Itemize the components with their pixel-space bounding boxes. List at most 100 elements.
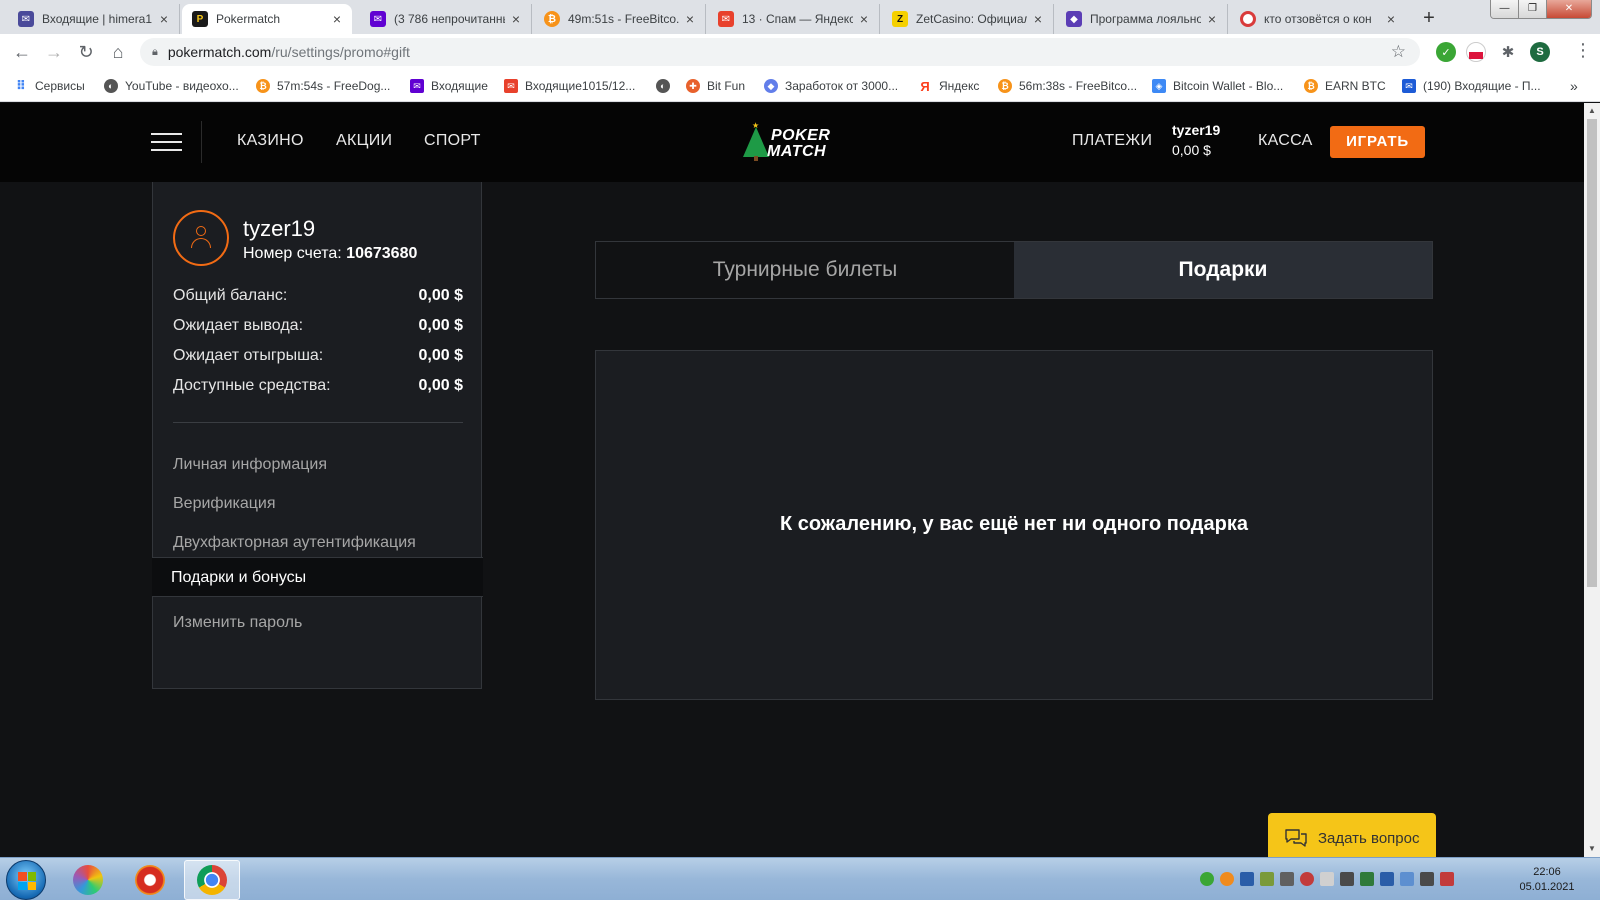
- bookmark-yandex[interactable]: Я Яндекс: [918, 77, 979, 95]
- tab-title: 49m:51s - FreeBitco.i: [568, 12, 679, 26]
- back-arrow-icon[interactable]: ←: [10, 40, 34, 64]
- ask-question-button[interactable]: Задать вопрос: [1268, 813, 1436, 857]
- browser-tab-question[interactable]: кто отзовётся о кон ×: [1230, 4, 1406, 34]
- tray-signal-icon[interactable]: [1340, 872, 1354, 886]
- sidebar-item-change-password[interactable]: Изменить пароль: [173, 614, 302, 632]
- bookmark-earn-btc[interactable]: ₿ EARN BTC: [1304, 77, 1386, 95]
- scroll-up-icon[interactable]: ▲: [1584, 103, 1600, 119]
- browser-menu-icon[interactable]: ⋮: [1574, 40, 1592, 61]
- pokermatch-logo[interactable]: ★ POKER MATCH: [743, 121, 843, 162]
- close-icon[interactable]: ×: [157, 11, 171, 27]
- close-icon[interactable]: ×: [1205, 11, 1219, 27]
- browser-tab-freebitco[interactable]: ₿ 49m:51s - FreeBitco.i ×: [534, 4, 706, 34]
- taskbar-paint-app[interactable]: [60, 860, 116, 900]
- browser-tab-yahoo-mail[interactable]: ✉ (3 786 непрочитанных ×: [360, 4, 532, 34]
- bookmark-label: Заработок от 3000...: [785, 79, 899, 93]
- extension-flag-icon[interactable]: [1466, 42, 1486, 62]
- bookmark-label: 57m:54s - FreeDog...: [277, 79, 391, 93]
- balance-label: Ожидает вывода:: [173, 317, 304, 334]
- browser-tab-loyalty[interactable]: ◆ Программа лояльно ×: [1056, 4, 1228, 34]
- play-button[interactable]: ИГРАТЬ: [1330, 126, 1425, 158]
- tray-monitor-icon[interactable]: [1240, 872, 1254, 886]
- bookmark-freebitco[interactable]: ₿ 56m:38s - FreeBitco...: [998, 77, 1137, 95]
- minimize-icon[interactable]: —: [1491, 0, 1519, 18]
- bookmark-bitfun[interactable]: ✚ Bit Fun: [686, 77, 745, 95]
- tray-leaf-icon[interactable]: [1200, 872, 1214, 886]
- promo-tabs: Турнирные билеты Подарки: [595, 241, 1433, 299]
- balance-value: 0,00 $: [418, 377, 463, 394]
- reload-icon[interactable]: ↻: [74, 40, 98, 64]
- sidebar-item-two-factor-auth[interactable]: Двухфакторная аутентификация: [173, 534, 416, 552]
- address-bar[interactable]: 🔒︎ pokermatch.com /ru/settings/promo#gif…: [140, 38, 1420, 66]
- browser-tab-inbox-himera[interactable]: ✉ Входящие | himera1 ×: [8, 4, 180, 34]
- browser-tab-pokermatch[interactable]: P Pokermatch ×: [182, 4, 352, 34]
- new-tab-button[interactable]: +: [1416, 6, 1442, 32]
- hamburger-menu-icon[interactable]: [151, 133, 182, 151]
- bookmark-star-icon[interactable]: ☆: [1391, 42, 1406, 62]
- bookmark-earnings[interactable]: ◆ Заработок от 3000...: [764, 77, 898, 95]
- tray-lock-icon[interactable]: [1280, 872, 1294, 886]
- windows-start-button[interactable]: [6, 860, 46, 900]
- nav-casino[interactable]: КАЗИНО: [237, 132, 304, 150]
- yandex-mail-icon: ✉: [504, 79, 518, 93]
- maximize-icon[interactable]: ❐: [1519, 0, 1547, 18]
- bookmark-label: YouTube - видеохо...: [125, 79, 239, 93]
- extensions-puzzle-icon[interactable]: ✱: [1498, 42, 1518, 62]
- nav-payments[interactable]: ПЛАТЕЖИ: [1072, 132, 1152, 150]
- tray-upload-icon[interactable]: [1320, 872, 1334, 886]
- tray-keyboard-icon[interactable]: [1400, 872, 1414, 886]
- empty-state-message: К сожалению, у вас ещё нет ни одного под…: [780, 513, 1248, 535]
- nav-cashier[interactable]: КАССА: [1258, 132, 1313, 150]
- bookmark-freedog[interactable]: ₿ 57m:54s - FreeDog...: [256, 77, 390, 95]
- window-close-icon[interactable]: ✕: [1547, 0, 1591, 18]
- bookmark-yandex-inbox[interactable]: ✉ Входящие1015/12...: [504, 77, 635, 95]
- close-icon[interactable]: ×: [330, 11, 344, 27]
- browser-tab-zetcasino[interactable]: Z ZetCasino: Официал ×: [882, 4, 1054, 34]
- forward-arrow-icon[interactable]: →: [42, 40, 66, 64]
- tab-tournament-tickets[interactable]: Турнирные билеты: [596, 242, 1014, 298]
- nav-promos[interactable]: АКЦИИ: [336, 132, 392, 150]
- bookmark-mail-inbox[interactable]: ✉ (190) Входящие - П...: [1402, 77, 1541, 95]
- taskbar-clock[interactable]: 22:06 05.01.2021: [1512, 865, 1582, 895]
- balance-row-total: Общий баланс: 0,00 $: [173, 287, 463, 305]
- tray-volume-icon[interactable]: [1420, 872, 1434, 886]
- profile-avatar[interactable]: S: [1530, 42, 1550, 62]
- home-icon[interactable]: ⌂: [106, 40, 130, 64]
- browser-tab-yandex-spam[interactable]: ✉ 13 · Спам — Яндекс ×: [708, 4, 880, 34]
- sidebar-item-verification[interactable]: Верификация: [173, 495, 276, 513]
- tray-antivirus-icon[interactable]: [1300, 872, 1314, 886]
- tray-network-icon[interactable]: [1260, 872, 1274, 886]
- close-icon[interactable]: ×: [683, 11, 697, 27]
- sidebar-item-personal-info[interactable]: Личная информация: [173, 456, 327, 474]
- close-icon[interactable]: ×: [509, 11, 523, 27]
- extension-leaf-icon[interactable]: ✓: [1436, 42, 1456, 62]
- tab-title: Pokermatch: [216, 12, 281, 26]
- tab-title: кто отзовётся о кон: [1264, 12, 1372, 26]
- sidebar-item-gifts-bonuses[interactable]: Подарки и бонусы: [152, 557, 483, 597]
- tray-flower-icon[interactable]: [1220, 872, 1234, 886]
- tray-display-icon[interactable]: [1380, 872, 1394, 886]
- bookmark-unnamed[interactable]: ◐: [656, 77, 677, 95]
- tab-gifts[interactable]: Подарки: [1014, 242, 1432, 298]
- taskbar-chrome-app[interactable]: [184, 860, 240, 900]
- site-header: КАЗИНО АКЦИИ СПОРТ ★ POKER MATCH ПЛАТЕЖИ…: [0, 103, 1584, 182]
- tab-title: Программа лояльно: [1090, 12, 1201, 26]
- bookmark-services[interactable]: ⠿ Сервисы: [14, 77, 85, 95]
- taskbar-antivirus-app[interactable]: [122, 860, 178, 900]
- scrollbar-thumb[interactable]: [1587, 119, 1597, 587]
- close-icon[interactable]: ×: [1031, 11, 1045, 27]
- tray-power-icon[interactable]: [1440, 872, 1454, 886]
- header-user-info[interactable]: tyzer19 0,00 $: [1172, 122, 1220, 158]
- scroll-down-icon[interactable]: ▼: [1584, 841, 1600, 857]
- bookmark-yahoo-inbox[interactable]: ✉ Входящие: [410, 77, 488, 95]
- nav-sport[interactable]: СПОРТ: [424, 132, 481, 150]
- gifts-panel: К сожалению, у вас ещё нет ни одного под…: [595, 350, 1433, 700]
- bookmark-label: Входящие: [431, 79, 488, 93]
- tray-app-icon[interactable]: [1360, 872, 1374, 886]
- page-scrollbar[interactable]: ▲ ▼: [1584, 103, 1600, 857]
- bookmarks-overflow-icon[interactable]: »: [1570, 77, 1578, 95]
- close-icon[interactable]: ×: [857, 11, 871, 27]
- bookmark-blockchain[interactable]: ◈ Bitcoin Wallet - Blo...: [1152, 77, 1283, 95]
- bookmark-youtube[interactable]: ◐ YouTube - видеохо...: [104, 77, 239, 95]
- close-icon[interactable]: ×: [1384, 11, 1398, 27]
